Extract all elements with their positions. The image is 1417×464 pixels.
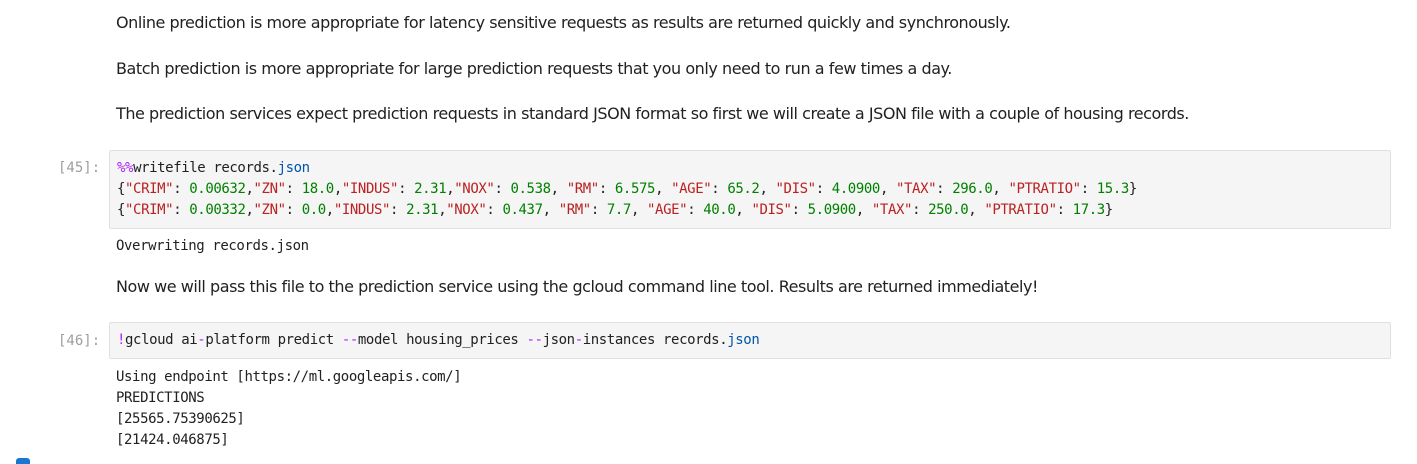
indus-value: 2.31: [406, 202, 439, 218]
age-value: 65.2: [727, 181, 760, 197]
cell-output-45: Overwriting records.json: [116, 238, 309, 254]
output-line: PREDICTIONS: [116, 390, 205, 406]
ptratio-value: 17.3: [1072, 202, 1106, 218]
code-cell-46[interactable]: !gcloud ai - platform predict --model hous…: [109, 322, 1391, 359]
output-line: [25565.75390625]: [116, 411, 245, 427]
file-extension: json: [727, 332, 760, 348]
cell-output-46: Using endpoint [https://ml.googleapis.co…: [116, 367, 462, 451]
code-line: !gcloud ai - platform predict --model hous…: [117, 332, 760, 348]
command-text: gcloud ai: [125, 332, 198, 348]
tax-value: 250.0: [928, 202, 969, 218]
operator: --: [341, 332, 358, 348]
markdown-paragraph-json: The prediction services expect predictio…: [116, 104, 1189, 123]
magic-command: writefile records.: [133, 160, 278, 176]
magic-prefix: %%: [117, 160, 134, 176]
code-cell-45[interactable]: %%writefile records.json {"CRIM": 0.0063…: [109, 150, 1391, 229]
active-cell-indicator: [16, 458, 30, 464]
markdown-paragraph-gcloud: Now we will pass this file to the predic…: [116, 277, 1038, 296]
tax-value: 296.0: [952, 181, 993, 197]
markdown-paragraph-online: Online prediction is more appropriate fo…: [116, 13, 1011, 32]
dis-value: 5.0900: [807, 202, 857, 218]
command-text: model housing_prices: [357, 332, 527, 348]
crim-value: 0.00332: [189, 202, 246, 218]
nox-value: 0.437: [502, 202, 543, 218]
age-value: 40.0: [703, 202, 736, 218]
crim-value: 0.00632: [189, 181, 246, 197]
zn-value: 0.0: [301, 202, 326, 218]
output-line: Using endpoint [https://ml.googleapis.co…: [116, 369, 462, 385]
ptratio-value: 15.3: [1096, 181, 1130, 197]
nox-value: 0.538: [510, 181, 552, 197]
command-text: platform predict: [205, 332, 342, 348]
markdown-paragraph-batch: Batch prediction is more appropriate for…: [116, 59, 952, 78]
file-extension: json: [277, 160, 311, 176]
operator: -: [574, 332, 583, 348]
code-editor-46[interactable]: !gcloud ai - platform predict --model hous…: [110, 323, 1390, 351]
code-line: {"CRIM": 0.00332,"ZN": 0.0,"INDUS": 2.31…: [117, 202, 1113, 218]
code-line: %%writefile records.json: [117, 160, 310, 176]
dis-value: 4.0900: [831, 181, 881, 197]
operator: --: [526, 332, 543, 348]
output-line: [21424.046875]: [116, 432, 229, 448]
shell-bang: !: [117, 332, 126, 348]
indus-value: 2.31: [414, 181, 447, 197]
command-text: json: [542, 332, 576, 348]
code-editor-45[interactable]: %%writefile records.json {"CRIM": 0.0063…: [110, 151, 1390, 221]
command-text: instances records.: [582, 332, 728, 348]
zn-value: 18.0: [301, 181, 335, 197]
rm-value: 6.575: [614, 181, 656, 197]
rm-value: 7.7: [606, 202, 631, 218]
cell-prompt-46: [46]:: [58, 333, 101, 349]
code-line: {"CRIM": 0.00632,"ZN": 18.0,"INDUS": 2.3…: [117, 181, 1137, 197]
cell-prompt-45: [45]:: [58, 160, 101, 176]
